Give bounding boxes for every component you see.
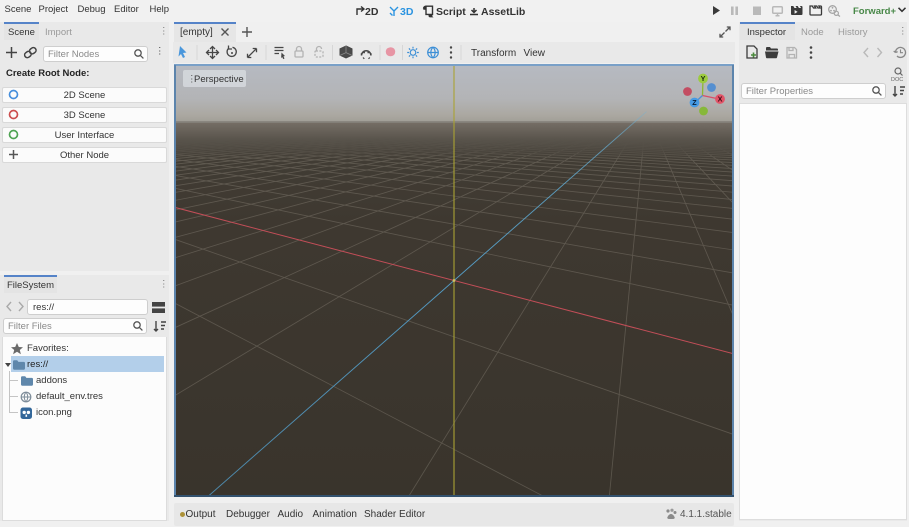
svg-text:AssetLib: AssetLib bbox=[481, 6, 525, 18]
svg-text:X: X bbox=[718, 95, 723, 104]
svg-text:Z: Z bbox=[692, 98, 697, 107]
svg-text:2D: 2D bbox=[365, 6, 379, 18]
svg-text:Perspective: Perspective bbox=[194, 74, 244, 85]
svg-text:Transform: Transform bbox=[471, 48, 516, 59]
svg-text:Forward+: Forward+ bbox=[853, 6, 896, 17]
svg-text:Script: Script bbox=[436, 6, 466, 18]
svg-text:Y: Y bbox=[701, 74, 706, 83]
svg-text:3D: 3D bbox=[400, 6, 414, 18]
svg-text:View: View bbox=[524, 48, 546, 59]
